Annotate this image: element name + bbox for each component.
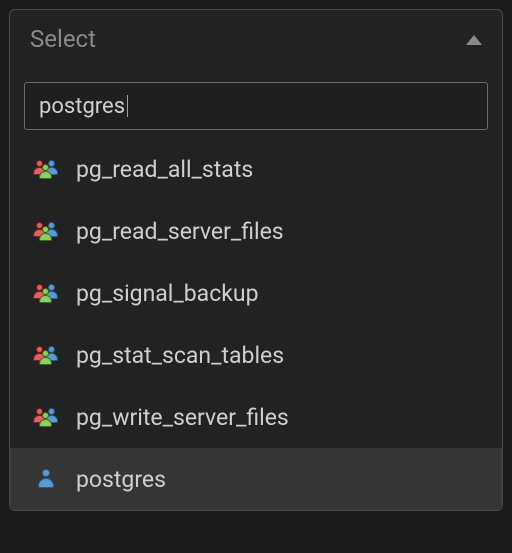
option-pg-read-all-stats[interactable]: pg_read_all_stats [10,138,502,200]
search-input-value: postgres [39,94,125,119]
option-label: pg_read_all_stats [76,156,253,183]
dropdown-placeholder: Select [30,25,96,53]
user-role-icon [32,467,60,491]
chevron-up-icon [466,30,482,49]
search-wrap: postgres [10,82,502,138]
option-pg-read-server-files[interactable]: pg_read_server_files [10,200,502,262]
option-pg-write-server-files[interactable]: pg_write_server_files [10,386,502,448]
option-pg-signal-backup[interactable]: pg_signal_backup [10,262,502,324]
group-role-icon [32,219,60,243]
option-label: pg_stat_scan_tables [76,342,284,369]
group-role-icon [32,157,60,181]
group-role-icon [32,281,60,305]
option-pg-stat-scan-tables[interactable]: pg_stat_scan_tables [10,324,502,386]
group-role-icon [32,343,60,367]
search-input[interactable]: postgres [24,82,488,130]
option-label: pg_write_server_files [76,404,289,431]
option-label: pg_read_server_files [76,218,284,245]
dropdown-header[interactable]: Select [10,10,502,68]
group-role-icon [32,405,60,429]
dropdown-body: postgres pg_read_all_stats [10,68,502,510]
option-label: postgres [76,466,166,493]
options-list: pg_read_all_stats pg_read_server_files [10,138,502,510]
option-postgres[interactable]: postgres [10,448,502,510]
option-label: pg_signal_backup [76,280,258,307]
role-select-dropdown: Select postgres pg_read_all_stats [9,9,503,511]
text-caret [127,95,128,117]
